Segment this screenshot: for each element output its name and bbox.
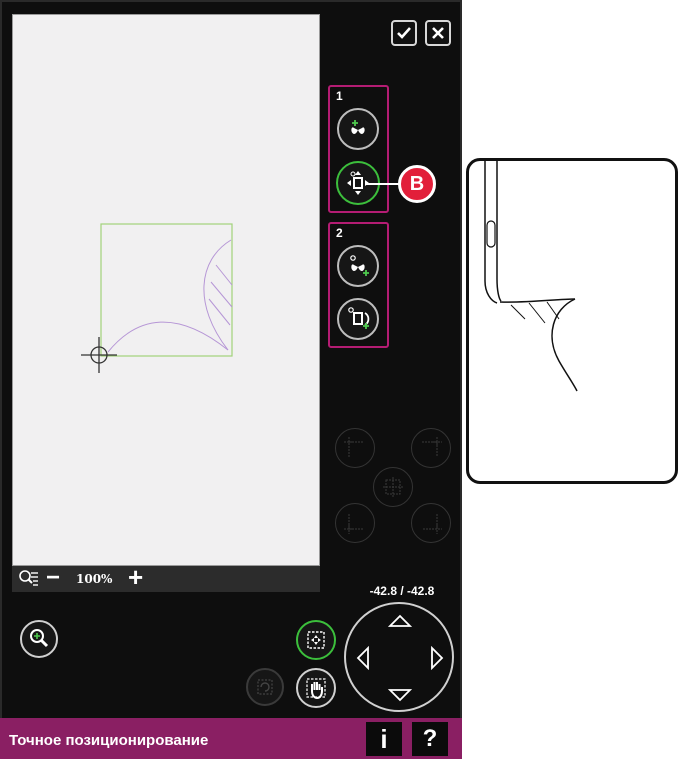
corner-top-left-button[interactable] <box>335 428 375 468</box>
embroidery-canvas[interactable] <box>12 14 320 566</box>
pan-button[interactable] <box>296 668 336 708</box>
direction-pad[interactable] <box>344 602 454 712</box>
set-match-point-icon <box>350 255 369 276</box>
checkmark-icon <box>397 27 411 39</box>
set-anchor-point-button[interactable] <box>337 108 379 150</box>
zoom-bar: − 100% + <box>12 564 320 592</box>
set-anchor-point-icon <box>351 120 365 134</box>
rotate-view-button[interactable] <box>246 668 284 706</box>
ok-button[interactable] <box>391 20 417 46</box>
step-number: 2 <box>336 226 343 240</box>
arrow-down-icon[interactable] <box>388 688 412 702</box>
set-match-point-button[interactable] <box>337 245 379 287</box>
callout-line <box>366 183 402 185</box>
corner-bottom-right-button[interactable] <box>411 503 451 543</box>
design-preview <box>81 223 233 373</box>
help-button[interactable]: ? <box>412 722 448 756</box>
arrow-right-icon[interactable] <box>430 646 444 670</box>
select-area-icon <box>307 631 325 649</box>
info-button[interactable]: i <box>366 722 402 756</box>
zoom-button[interactable] <box>20 620 58 658</box>
close-icon <box>432 27 444 39</box>
needle-drawing <box>484 161 578 392</box>
zoom-in-button[interactable]: + <box>128 564 143 590</box>
position-readout: -42.8 / -42.8 <box>369 584 435 598</box>
info-icon: i <box>380 724 388 754</box>
stitch-arc <box>107 321 229 353</box>
corner-top-left-icon <box>344 437 364 457</box>
footer-bar: Точное позиционирование i ? <box>0 718 462 759</box>
design-bounding-box <box>100 223 233 357</box>
rotate-to-point-button[interactable] <box>337 298 379 340</box>
help-icon: ? <box>422 725 438 752</box>
center-point-button[interactable] <box>373 467 413 507</box>
hand-icon <box>306 678 326 700</box>
corner-bottom-left-icon <box>344 514 364 534</box>
corner-top-right-button[interactable] <box>411 428 451 468</box>
rotate-to-point-icon <box>348 307 370 329</box>
screen-title: Точное позиционирование <box>9 732 209 749</box>
step-number: 1 <box>336 89 343 103</box>
corner-top-right-icon <box>422 437 442 457</box>
crosshair-icon <box>81 337 117 373</box>
stitch-leaf <box>203 239 232 351</box>
callout-marker-b: B <box>398 165 436 203</box>
arrow-left-icon[interactable] <box>356 646 370 670</box>
zoom-options-icon[interactable] <box>18 569 38 589</box>
corner-bottom-right-icon <box>422 514 442 534</box>
magnifier-icon <box>30 629 49 648</box>
zoom-out-button[interactable]: − <box>46 566 60 590</box>
rotate-view-icon <box>257 679 273 695</box>
embroidery-screen: − 100% + 1 B 2 -42.8 / -42.8 Точное пози… <box>0 0 462 759</box>
select-area-button[interactable] <box>296 620 336 660</box>
cancel-button[interactable] <box>425 20 451 46</box>
corner-bottom-left-button[interactable] <box>335 503 375 543</box>
needle-detail-illustration <box>466 158 678 484</box>
arrow-up-icon[interactable] <box>388 614 412 628</box>
zoom-level: 100% <box>76 572 113 586</box>
center-point-icon <box>383 477 403 497</box>
